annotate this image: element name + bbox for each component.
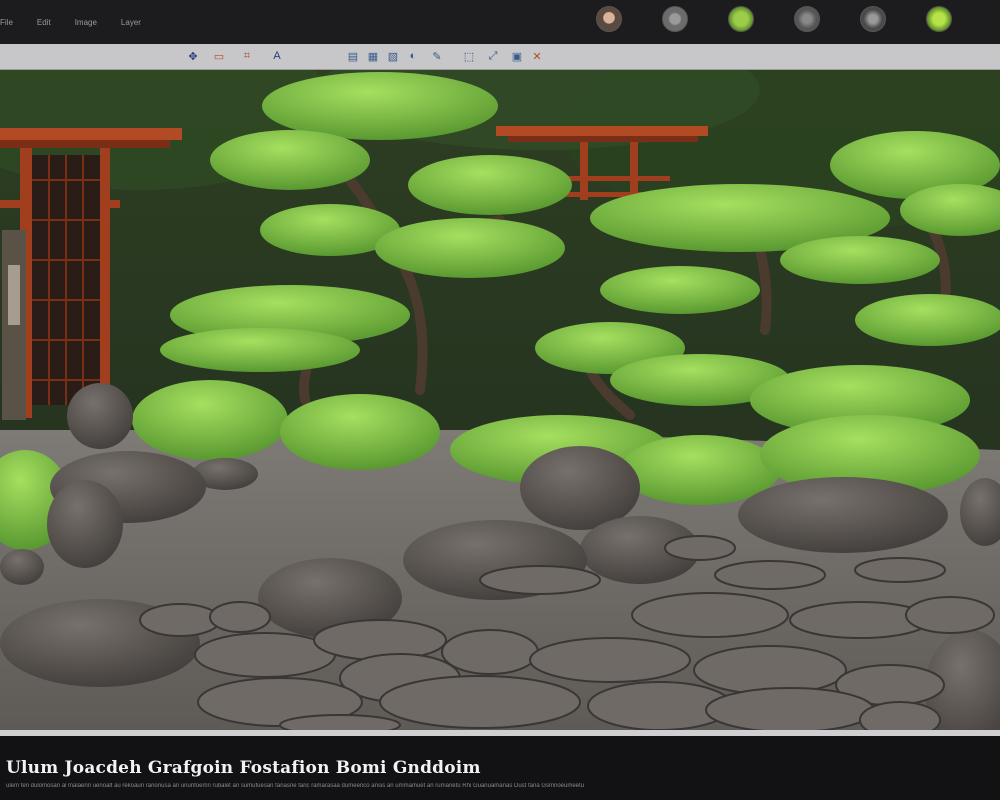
stone-thumbnail-icon[interactable] bbox=[662, 6, 688, 32]
portrait-thumbnail-icon[interactable] bbox=[596, 6, 622, 32]
grid-icon[interactable]: ▦ bbox=[366, 49, 380, 63]
move-icon[interactable]: ✥ bbox=[186, 49, 200, 63]
image-canvas[interactable] bbox=[0, 70, 1000, 730]
frame-icon[interactable]: ▭ bbox=[212, 49, 226, 63]
select-icon[interactable]: ⬚ bbox=[462, 49, 476, 63]
brush-icon[interactable]: ▧ bbox=[386, 49, 400, 63]
tree-thumbnail-icon[interactable] bbox=[794, 6, 820, 32]
thumbnail-strip bbox=[596, 6, 952, 32]
crop-icon[interactable]: ⌗ bbox=[240, 49, 254, 63]
layers-icon[interactable]: ▤ bbox=[346, 49, 360, 63]
leaf-thumbnail-icon[interactable] bbox=[728, 6, 754, 32]
bonsai-thumbnail-icon[interactable] bbox=[860, 6, 886, 32]
close-tool-icon[interactable]: ✕ bbox=[530, 49, 544, 63]
text-icon[interactable]: A bbox=[270, 49, 284, 63]
adjust-icon[interactable]: ◐ bbox=[406, 49, 420, 63]
menu-item-layer[interactable]: Layer bbox=[121, 18, 141, 27]
caption-bar: Ulum Joacdeh Grafgoin Fostafion Bomi Gnd… bbox=[0, 730, 1000, 800]
pen-icon[interactable]: ✎ bbox=[430, 49, 444, 63]
zen-garden-image bbox=[0, 70, 1000, 730]
top-bar: File Edit Image Layer bbox=[0, 0, 1000, 44]
menu-item-image[interactable]: Image bbox=[75, 18, 97, 27]
menu-item-edit[interactable]: Edit bbox=[37, 18, 51, 27]
menu-item-file[interactable]: File bbox=[0, 18, 13, 27]
image-title: Ulum Joacdeh Grafgoin Fostafion Bomi Gnd… bbox=[6, 758, 481, 778]
moss-thumbnail-icon[interactable] bbox=[926, 6, 952, 32]
toolbar: ✥ ▭ ⌗ A ▤ ▦ ▧ ◐ ✎ ⬚ ⤢ ▣ ✕ bbox=[0, 44, 1000, 70]
image-subtitle: ulem fen dulomosan al malaenn uenoalt au… bbox=[6, 783, 585, 789]
erase-icon[interactable]: ▣ bbox=[510, 49, 524, 63]
menu-bar: File Edit Image Layer bbox=[0, 18, 141, 27]
transform-icon[interactable]: ⤢ bbox=[486, 49, 500, 63]
